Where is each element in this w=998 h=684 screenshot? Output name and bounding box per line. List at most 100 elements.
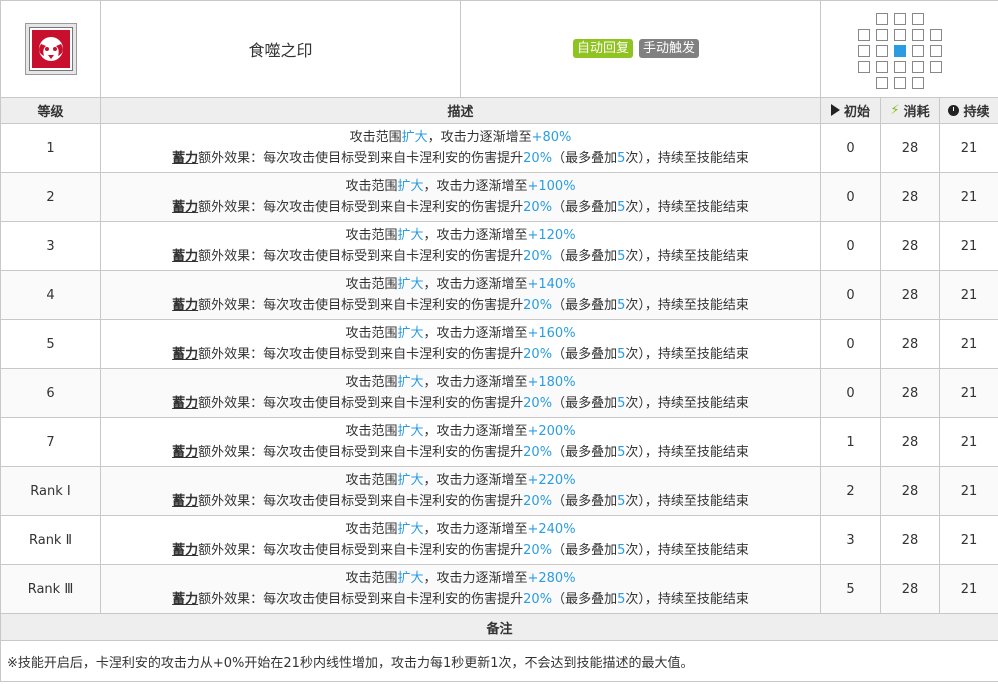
range-cell [893,76,906,89]
level-cell: Rank Ⅱ [0,515,101,565]
cost-cell: 28 [880,564,940,614]
range-cell [875,76,888,89]
tag-manual-trigger: 手动触发 [639,39,700,58]
attack-range-grid [857,12,962,89]
range-center-cell [893,44,906,57]
desc-cell: 攻击范围扩大，攻击力逐渐增至+80% 蓄力额外效果：每次攻击使目标受到来自卡涅利… [100,123,821,173]
atk-value: +120% [527,228,576,243]
charge-keyword: 蓄力 [172,347,199,362]
charge-keyword: 蓄力 [172,200,199,215]
table-row: 7 攻击范围扩大，攻击力逐渐增至+200% 蓄力额外效果：每次攻击使目标受到来自… [0,417,998,467]
range-cell [875,60,888,73]
level-cell: Rank Ⅰ [0,466,101,516]
level-cell: 1 [0,123,101,173]
charge-keyword: 蓄力 [172,298,199,313]
level-cell: 5 [0,319,101,369]
ram-skull-icon [31,30,70,68]
header-level: 等级 [0,97,101,124]
range-cell [929,60,942,73]
skill-tags-cell: 自动回复 手动触发 [460,0,821,98]
charge-keyword: 蓄力 [172,396,199,411]
desc-cell: 攻击范围扩大，攻击力逐渐增至+220% 蓄力额外效果：每次攻击使目标受到来自卡涅… [100,466,821,516]
notes-text: ※技能开启后，卡涅利安的攻击力从+0%开始在21秒内线性增加，攻击力每1秒更新1… [0,640,998,682]
charge-keyword: 蓄力 [172,592,199,607]
cost-cell: 28 [880,466,940,516]
range-cell [875,28,888,41]
range-cell [911,28,924,41]
range-cell [948,77,960,89]
tag-auto-recovery: 自动回复 [573,39,634,58]
charge-keyword: 蓄力 [172,445,199,460]
cost-cell: 28 [880,123,940,173]
duration-cell: 21 [939,564,998,614]
header-initial: 初始 [820,97,881,124]
range-cell [893,12,906,25]
desc-cell: 攻击范围扩大，攻击力逐渐增至+180% 蓄力额外效果：每次攻击使目标受到来自卡涅… [100,368,821,418]
skill-icon [24,23,77,75]
header-duration: 持续 [939,97,998,124]
range-cell [948,61,960,73]
initial-cell: 0 [820,270,881,320]
atk-value: +200% [527,424,576,439]
table-row: 4 攻击范围扩大，攻击力逐渐增至+140% 蓄力额外效果：每次攻击使目标受到来自… [0,270,998,320]
initial-cell: 0 [820,172,881,222]
table-row: 6 攻击范围扩大，攻击力逐渐增至+180% 蓄力额外效果：每次攻击使目标受到来自… [0,368,998,418]
atk-value: +180% [527,375,576,390]
range-cell [930,77,942,89]
duration-cell: 21 [939,417,998,467]
duration-cell: 21 [939,515,998,565]
initial-cell: 0 [820,123,881,173]
duration-cell: 21 [939,368,998,418]
table-row: 2 攻击范围扩大，攻击力逐渐增至+100% 蓄力额外效果：每次攻击使目标受到来自… [0,172,998,222]
atk-value: +240% [527,522,576,537]
range-cell [911,44,924,57]
range-cell [948,45,960,57]
cost-cell: 28 [880,221,940,271]
duration-cell: 21 [939,221,998,271]
range-cell [948,29,960,41]
range-cell [930,13,942,25]
range-cell [929,28,942,41]
duration-cell: 21 [939,172,998,222]
table-row: 1 攻击范围扩大，攻击力逐渐增至+80% 蓄力额外效果：每次攻击使目标受到来自卡… [0,123,998,173]
skill-table: 食噬之印 自动回复 手动触发 等级 描述 初始 ⚡ 消耗 持续 1 攻击范围扩大，… [0,0,998,682]
initial-cell: 1 [820,417,881,467]
table-row: 5 攻击范围扩大，攻击力逐渐增至+160% 蓄力额外效果：每次攻击使目标受到来自… [0,319,998,369]
charge-keyword: 蓄力 [172,249,199,264]
initial-cell: 3 [820,515,881,565]
table-row: Rank Ⅰ 攻击范围扩大，攻击力逐渐增至+220% 蓄力额外效果：每次攻击使目… [0,466,998,516]
cost-cell: 28 [880,417,940,467]
desc-cell: 攻击范围扩大，攻击力逐渐增至+160% 蓄力额外效果：每次攻击使目标受到来自卡涅… [100,319,821,369]
header-desc: 描述 [100,97,821,124]
lightning-icon: ⚡ [890,103,900,118]
cost-cell: 28 [880,368,940,418]
desc-cell: 攻击范围扩大，攻击力逐渐增至+120% 蓄力额外效果：每次攻击使目标受到来自卡涅… [100,221,821,271]
cost-cell: 28 [880,172,940,222]
play-icon [830,104,840,117]
skill-icon-cell [0,0,101,98]
cost-cell: 28 [880,515,940,565]
desc-cell: 攻击范围扩大，攻击力逐渐增至+100% 蓄力额外效果：每次攻击使目标受到来自卡涅… [100,172,821,222]
duration-cell: 21 [939,270,998,320]
range-cell [875,44,888,57]
notes-title: 备注 [0,613,998,641]
range-cell [911,60,924,73]
range-cell [857,28,870,41]
header-cost: ⚡ 消耗 [880,97,940,124]
table-row: Rank Ⅲ 攻击范围扩大，攻击力逐渐增至+280% 蓄力额外效果：每次攻击使目… [0,564,998,614]
level-cell: 4 [0,270,101,320]
level-cell: 6 [0,368,101,418]
range-cell [948,13,960,25]
initial-cell: 0 [820,319,881,369]
duration-cell: 21 [939,466,998,516]
initial-cell: 2 [820,466,881,516]
desc-cell: 攻击范围扩大，攻击力逐渐增至+140% 蓄力额外效果：每次攻击使目标受到来自卡涅… [100,270,821,320]
charge-keyword: 蓄力 [172,543,199,558]
range-cell [893,60,906,73]
range-cell [911,76,924,89]
level-cell: Rank Ⅲ [0,564,101,614]
level-cell: 3 [0,221,101,271]
range-cell [857,60,870,73]
initial-cell: 0 [820,368,881,418]
clock-icon [948,105,960,116]
